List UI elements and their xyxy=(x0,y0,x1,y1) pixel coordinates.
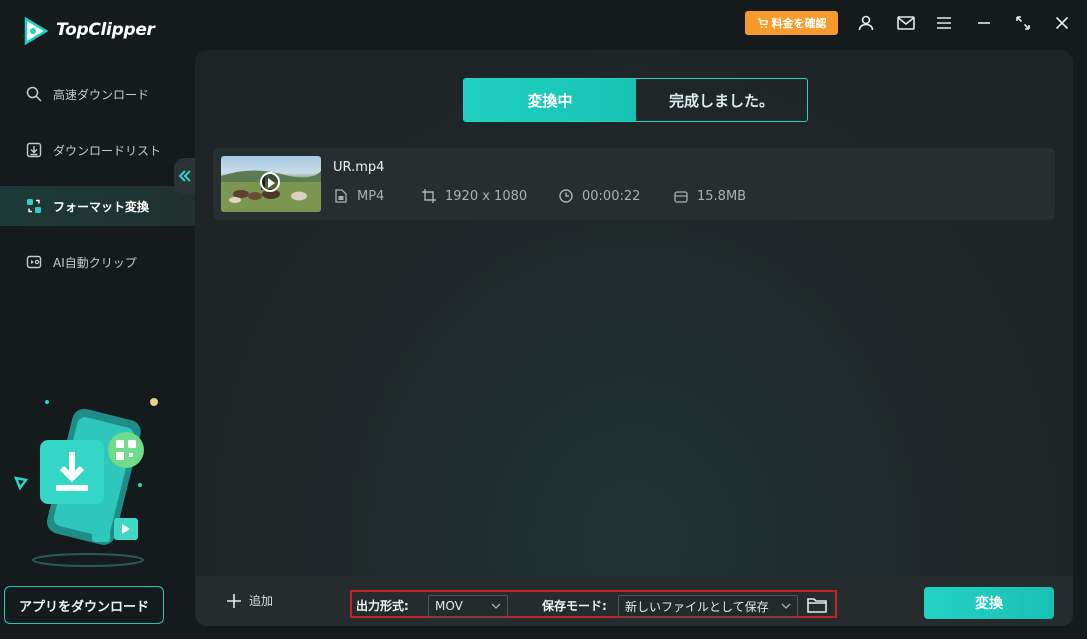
file-icon xyxy=(333,188,349,204)
menu-icon[interactable] xyxy=(933,12,955,34)
check-price-button[interactable]: 料金を確認 xyxy=(745,11,838,35)
sidebar-item-label: ダウンロードリスト xyxy=(53,143,162,158)
sidebar-item-label: フォーマット変換 xyxy=(53,199,150,214)
status-tabs: 変換中 完成しました。 xyxy=(463,78,808,122)
plus-icon xyxy=(227,593,241,608)
search-icon xyxy=(25,85,43,103)
app-brand: TopClipper xyxy=(56,20,155,40)
sidebar-item-label: AI自動クリップ xyxy=(53,255,137,270)
file-resolution: 1920 x 1080 xyxy=(421,188,527,204)
tab-completed[interactable]: 完成しました。 xyxy=(636,79,807,121)
sidebar-item-label: 高速ダウンロード xyxy=(53,87,150,102)
format-convert-icon xyxy=(25,197,43,215)
app-download-button[interactable]: アプリをダウンロード xyxy=(4,586,164,624)
minimize-icon[interactable] xyxy=(973,12,995,34)
sidebar-item-ai-clip[interactable]: AI自動クリップ xyxy=(0,242,195,282)
user-icon[interactable] xyxy=(855,12,877,34)
check-price-label: 料金を確認 xyxy=(771,17,827,30)
chevron-down-icon xyxy=(781,603,791,609)
file-name: UR.mp4 xyxy=(333,160,385,175)
file-size: 15.8MB xyxy=(673,188,746,204)
output-format-label: 出力形式: xyxy=(356,599,409,613)
storage-icon xyxy=(673,188,689,204)
add-file-label: 追加 xyxy=(249,594,274,608)
folder-icon[interactable] xyxy=(807,596,827,614)
maximize-icon[interactable] xyxy=(1012,12,1034,34)
bottom-toolbar: 追加 出力形式: MOV 保存モード: 新しいファイルとして保存 変換 xyxy=(195,576,1073,626)
convert-button[interactable]: 変換 xyxy=(924,587,1054,619)
play-icon[interactable] xyxy=(260,172,280,192)
save-mode-label: 保存モード: xyxy=(542,599,607,613)
crop-icon xyxy=(421,188,437,204)
double-chevron-left-icon xyxy=(178,170,191,182)
download-list-icon xyxy=(25,141,43,159)
sidebar-collapse-button[interactable] xyxy=(174,158,196,194)
close-icon[interactable] xyxy=(1051,12,1073,34)
output-settings-highlight: 出力形式: MOV 保存モード: 新しいファイルとして保存 xyxy=(350,590,837,618)
main-panel: 変換中 完成しました。 UR.mp4 MP4 1920 x 1080 00:00… xyxy=(195,50,1073,626)
file-list-item[interactable]: UR.mp4 MP4 1920 x 1080 00:00:22 15.8MB xyxy=(213,148,1055,220)
tab-converting[interactable]: 変換中 xyxy=(464,79,636,121)
video-thumbnail[interactable] xyxy=(221,156,321,212)
app-download-illustration xyxy=(13,398,158,567)
app-logo-icon xyxy=(24,16,49,46)
add-file-button[interactable]: 追加 xyxy=(227,592,273,609)
clock-icon xyxy=(558,188,574,204)
chevron-down-icon xyxy=(491,603,501,609)
sidebar: 高速ダウンロード ダウンロードリスト フォーマット変換 AI自動クリップ アプリ… xyxy=(0,50,196,639)
ai-clip-icon xyxy=(25,253,43,271)
cart-icon xyxy=(757,17,768,28)
file-format: MP4 xyxy=(333,188,384,204)
file-duration: 00:00:22 xyxy=(558,188,640,204)
sidebar-item-format-convert[interactable]: フォーマット変換 xyxy=(0,186,195,226)
sidebar-item-download-list[interactable]: ダウンロードリスト xyxy=(0,130,195,170)
save-mode-select[interactable]: 新しいファイルとして保存 xyxy=(618,595,798,617)
output-format-select[interactable]: MOV xyxy=(428,595,508,617)
sidebar-item-fast-download[interactable]: 高速ダウンロード xyxy=(0,74,195,114)
mail-icon[interactable] xyxy=(895,12,917,34)
title-bar: TopClipper 料金を確認 xyxy=(0,0,1087,50)
